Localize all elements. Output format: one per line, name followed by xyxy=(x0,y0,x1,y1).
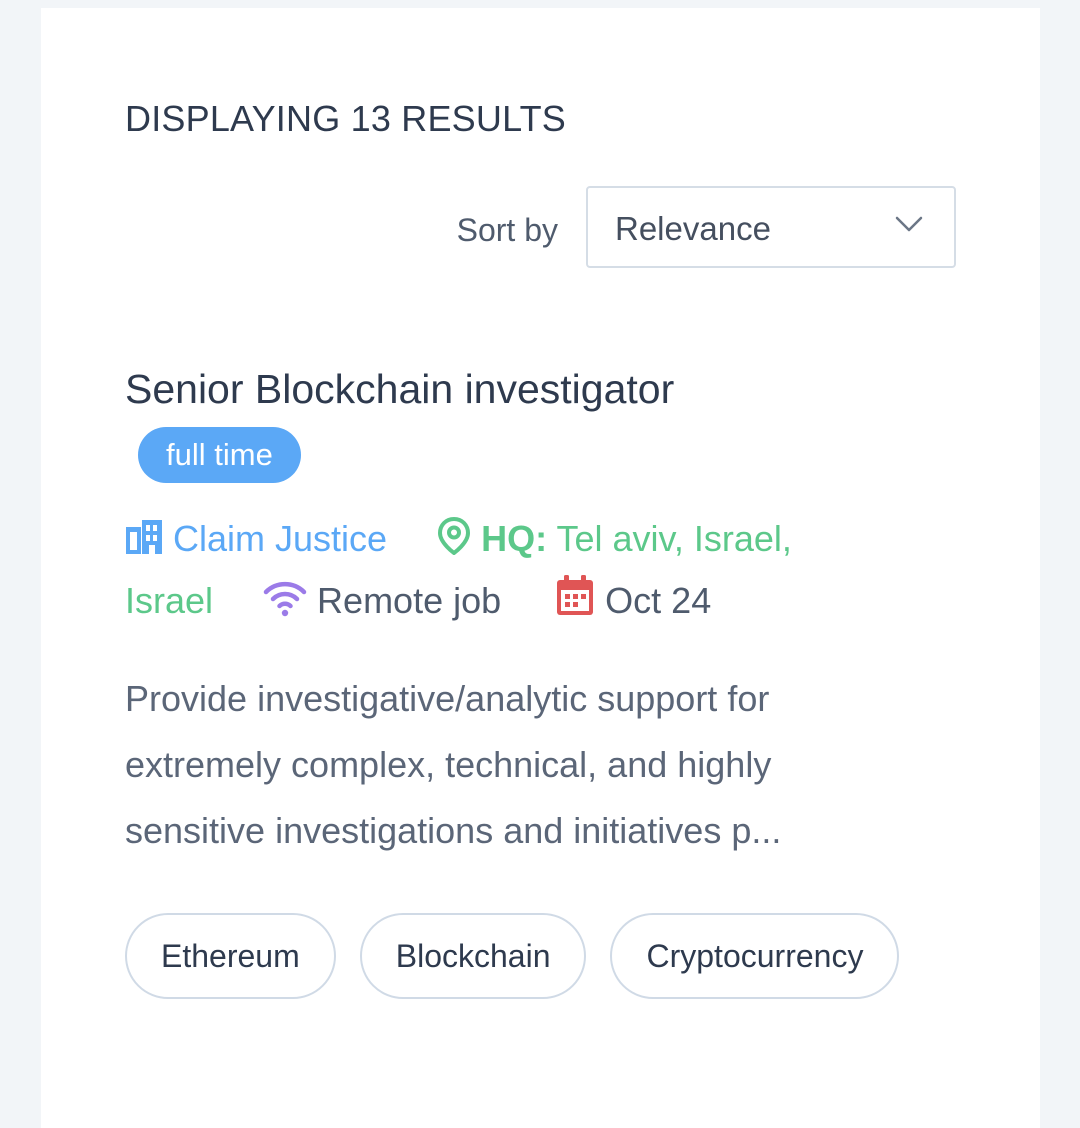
results-count-heading: DISPLAYING 13 RESULTS xyxy=(125,98,567,139)
remote-text: Remote job xyxy=(317,580,502,621)
location-prefix: HQ: xyxy=(481,518,548,559)
tag-chip[interactable]: Ethereum xyxy=(125,913,336,999)
posted-date: Oct 24 xyxy=(555,575,712,621)
sort-label: Sort by xyxy=(456,212,558,248)
chevron-down-icon xyxy=(895,216,923,232)
map-pin-icon xyxy=(438,517,471,555)
job-type-badge: full time xyxy=(138,427,301,483)
job-description: Provide investigative/analytic support f… xyxy=(125,678,782,851)
results-card: DISPLAYING 13 RESULTS Sort by Relevance … xyxy=(41,8,1040,1128)
sort-row: Sort by Relevance xyxy=(41,186,1040,270)
building-icon xyxy=(126,520,162,554)
job-title[interactable]: Senior Blockchain investigator xyxy=(125,366,674,413)
sort-selected-value: Relevance xyxy=(615,210,771,247)
job-meta: Claim Justice HQ: Tel aviv, Israel, Isra… xyxy=(125,508,885,632)
tag-list: Ethereum Blockchain Cryptocurrency xyxy=(125,913,923,999)
tag-chip[interactable]: Blockchain xyxy=(359,913,587,999)
sort-select[interactable]: Relevance xyxy=(586,186,956,268)
date-text: Oct 24 xyxy=(605,580,712,621)
company-name: Claim Justice xyxy=(173,518,388,559)
company-link[interactable]: Claim Justice xyxy=(125,518,387,559)
remote-job: Remote job xyxy=(263,580,501,621)
calendar-icon xyxy=(557,575,594,615)
wifi-icon xyxy=(263,581,307,617)
tag-chip[interactable]: Cryptocurrency xyxy=(610,913,900,999)
